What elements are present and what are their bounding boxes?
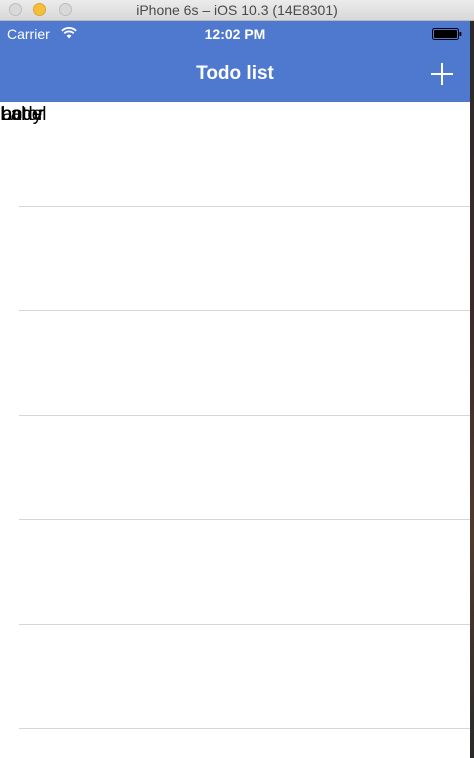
table-row[interactable] bbox=[0, 520, 470, 625]
add-todo-button[interactable] bbox=[430, 62, 454, 86]
simulator-title-bar: iPhone 6s – iOS 10.3 (14E8301) bbox=[0, 0, 474, 21]
todo-table: Label body actor bbox=[0, 102, 470, 758]
table-row[interactable] bbox=[0, 625, 470, 729]
status-time: 12:02 PM bbox=[204, 26, 266, 42]
table-row[interactable] bbox=[0, 207, 470, 311]
table-row[interactable]: Label body actor bbox=[0, 102, 470, 207]
window-title: iPhone 6s – iOS 10.3 (14E8301) bbox=[136, 2, 338, 18]
simulator-window: iPhone 6s – iOS 10.3 (14E8301) Carrier 1… bbox=[0, 0, 474, 758]
nav-title: Todo list bbox=[196, 63, 274, 84]
table-row[interactable] bbox=[0, 311, 470, 416]
cell-label: actor bbox=[2, 104, 45, 125]
table-row[interactable] bbox=[0, 416, 470, 520]
app-header: Carrier 12:02 PM Todo list bbox=[0, 21, 470, 102]
row-separator bbox=[19, 728, 470, 729]
battery-icon bbox=[432, 28, 462, 40]
desktop-background-edge bbox=[470, 21, 474, 758]
